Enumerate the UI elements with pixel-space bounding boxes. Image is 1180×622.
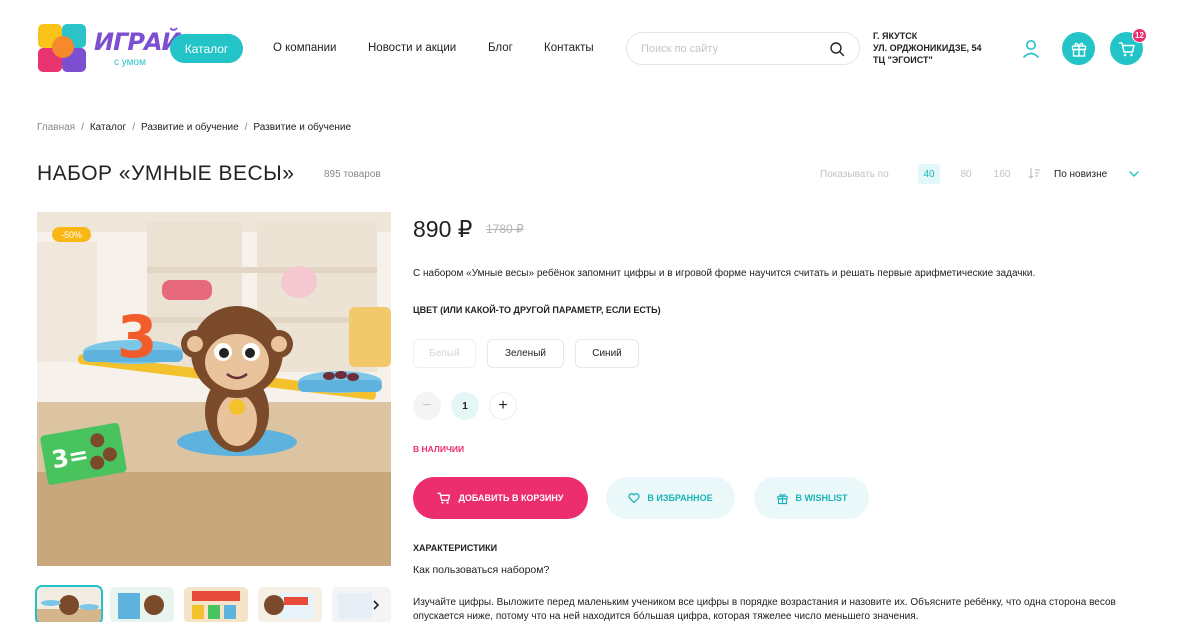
- add-to-favorites-button[interactable]: В избранное: [606, 477, 735, 519]
- quantity-decrease-button[interactable]: −: [413, 392, 441, 420]
- thumbnail[interactable]: [258, 587, 322, 622]
- breadcrumb-current: Развитие и обучение: [253, 122, 352, 133]
- breadcrumb: Главная / Каталог / Развитие и обучение / Разв…: [37, 122, 352, 133]
- thumbnail[interactable]: [110, 587, 174, 622]
- characteristics-text: Изучайте цифры. Выложите перед маленьким…: [413, 597, 1116, 622]
- breadcrumb-catalog[interactable]: Каталог: [90, 122, 126, 133]
- thumbnail-strip: [35, 585, 391, 622]
- catalog-button[interactable]: Каталог: [170, 34, 243, 63]
- per-page-80[interactable]: 80: [955, 164, 977, 184]
- discount-badge: -50%: [52, 227, 91, 242]
- nav-link-news[interactable]: Новости и акции: [368, 42, 456, 54]
- thumbnail[interactable]: [35, 585, 103, 622]
- breadcrumb-home[interactable]: Главная: [37, 122, 75, 133]
- search-icon[interactable]: [829, 41, 845, 57]
- thumbnail[interactable]: [184, 587, 248, 622]
- variant-blue[interactable]: Синий: [575, 339, 639, 368]
- sort-icon[interactable]: [1028, 166, 1042, 180]
- add-to-cart-label: Добавить в корзину: [458, 493, 564, 503]
- product-image[interactable]: 3 3=: [37, 212, 391, 566]
- cart-icon: [437, 492, 451, 504]
- logo-subtitle: с умом: [114, 57, 146, 68]
- cart-icon: [1118, 41, 1135, 56]
- svg-text:3: 3: [117, 303, 157, 371]
- variant-white[interactable]: Белый: [413, 339, 476, 368]
- nav-link-blog[interactable]: Блог: [488, 42, 513, 54]
- logo-text: ИГРАЙ: [94, 28, 182, 56]
- quantity-increase-button[interactable]: +: [489, 392, 517, 420]
- show-per-label: Показывать по: [820, 169, 889, 180]
- header: ИГРАЙ с умом Каталог О компании Новости …: [0, 0, 1180, 100]
- address-city: г. Якутск: [873, 31, 918, 41]
- breadcrumb-category[interactable]: Развитие и обучение: [141, 122, 239, 133]
- gift-icon: [1071, 42, 1086, 57]
- add-to-wishlist-button[interactable]: В wishlist: [754, 477, 869, 519]
- per-page-40[interactable]: 40: [918, 164, 940, 184]
- favorites-label: В избранное: [647, 493, 713, 503]
- per-page-160[interactable]: 160: [989, 164, 1015, 184]
- characteristics-title: Характеристики: [413, 543, 498, 553]
- sort-select[interactable]: По новизне: [1054, 169, 1107, 180]
- gift-button[interactable]: [1062, 32, 1095, 65]
- thumbnail[interactable]: [332, 587, 391, 622]
- search-box: [626, 32, 860, 65]
- cart-count-badge: 12: [1132, 28, 1147, 43]
- store-address: г. Якутск ул. Орджоникидзе, 54 ТЦ "Эгоис…: [873, 30, 982, 66]
- add-to-cart-button[interactable]: Добавить в корзину: [413, 477, 588, 519]
- puzzle-logo-icon: [36, 22, 90, 76]
- monkey-scale-photo: 3 3=: [37, 212, 391, 566]
- gift-icon: [776, 493, 788, 504]
- quantity-value[interactable]: 1: [451, 392, 479, 420]
- address-street: ул. Орджоникидзе, 54: [873, 43, 982, 53]
- logo[interactable]: ИГРАЙ с умом: [36, 22, 182, 76]
- product-description: С набором «Умные весы» ребёнок запомнит …: [413, 268, 1036, 279]
- product-count: 895 товаров: [324, 169, 381, 180]
- user-icon[interactable]: [1021, 38, 1041, 60]
- address-mall: ТЦ "Эгоист": [873, 55, 933, 65]
- price: 890 ₽: [413, 216, 473, 242]
- wishlist-label: В wishlist: [795, 493, 848, 503]
- chevron-down-icon[interactable]: [1128, 168, 1140, 180]
- heart-icon: [628, 493, 640, 504]
- variant-green[interactable]: Зеленый: [487, 339, 564, 368]
- search-input[interactable]: [641, 40, 821, 58]
- characteristics-question: Как пользоваться набором?: [413, 564, 550, 576]
- old-price: 1780 ₽: [486, 222, 524, 236]
- stock-status: В наличии: [413, 444, 465, 454]
- nav-link-about[interactable]: О компании: [273, 42, 336, 54]
- nav-link-contacts[interactable]: Контакты: [544, 42, 594, 54]
- page-title: НАБОР «УМНЫЕ ВЕСЫ»: [37, 162, 295, 185]
- param-title: Цвет (или какой-то другой параметр, если…: [413, 305, 661, 315]
